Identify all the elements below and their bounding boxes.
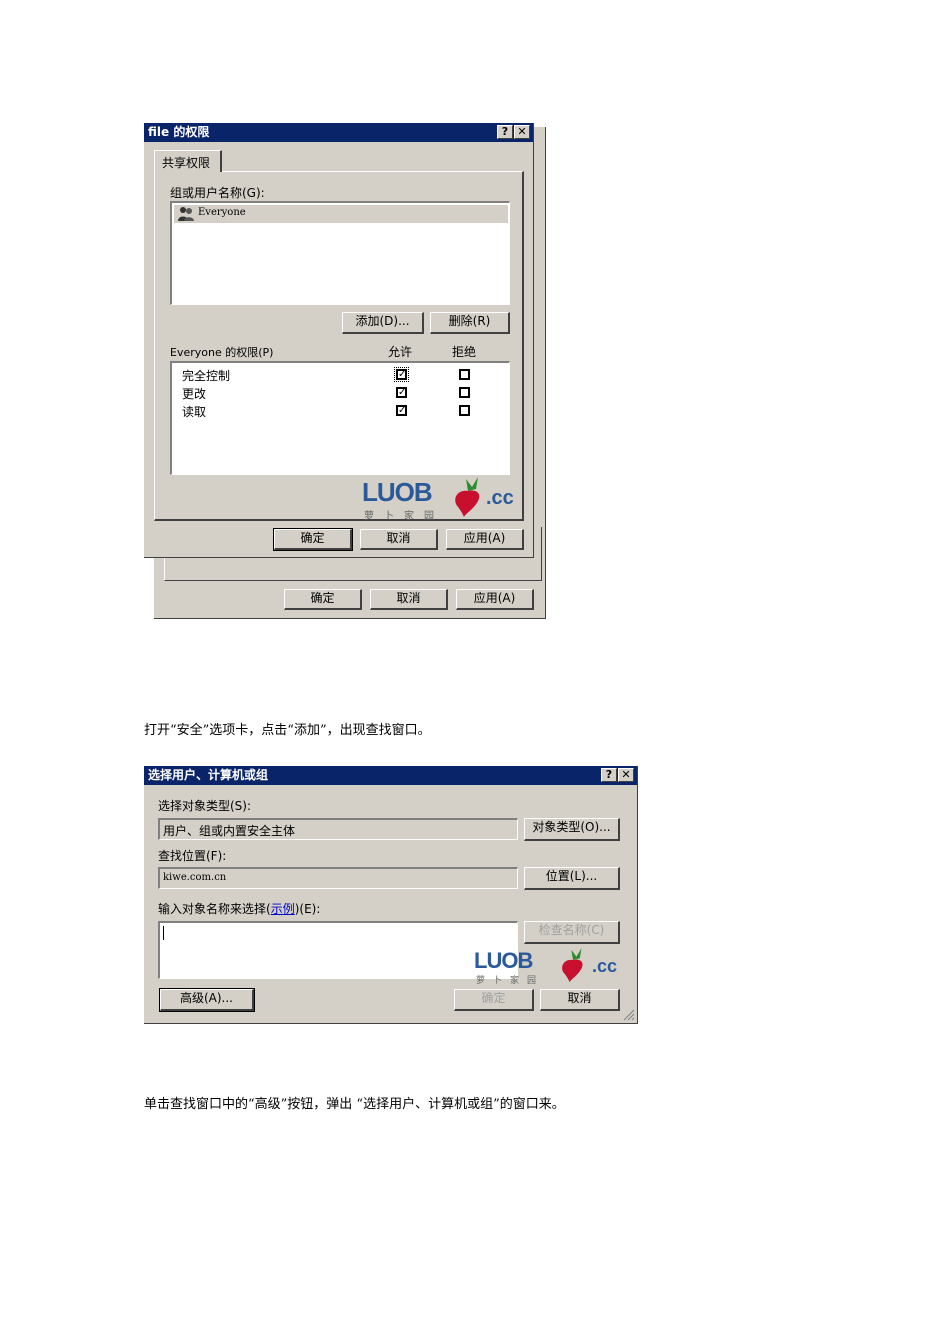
advanced-button[interactable]: 高级(A)... [159, 988, 255, 1012]
text-cursor [163, 926, 164, 940]
permissions-list: 完全控制 ✓ 更改 ✓ 读取 ✓ [170, 361, 510, 475]
object-types-button[interactable]: 对象类型(O)... [524, 818, 620, 841]
file-permissions-dialog: file 的权限 ? ✕ 共享权限 组或用户名称(G): Everyone 添加… [144, 123, 534, 558]
ok-button[interactable]: 确定 [454, 989, 534, 1011]
user-list-item[interactable]: Everyone [174, 205, 508, 223]
background-ok-button[interactable]: 确定 [284, 589, 362, 610]
allow-column-header: 允许 [388, 345, 413, 359]
radish-icon [448, 477, 488, 522]
help-button[interactable]: ? [497, 125, 513, 139]
user-list[interactable]: Everyone [170, 201, 510, 305]
group-user-label: 组或用户名称(G): [170, 186, 265, 200]
apply-button[interactable]: 应用(A) [446, 529, 524, 550]
ok-button[interactable]: 确定 [273, 528, 353, 551]
close-button[interactable]: ✕ [618, 768, 634, 782]
enter-names-label: 输入对象名称来选择(示例)(E): [158, 900, 320, 917]
permissions-label: Everyone 的权限(P) [170, 346, 274, 359]
luob-watermark-logo: LUOB .cc 萝卜家园 [474, 948, 624, 988]
dialog-title: file 的权限 [148, 125, 210, 139]
deny-checkbox[interactable] [459, 405, 470, 416]
dialog-title: 选择用户、计算机或组 [148, 768, 269, 782]
tab-label: 共享权限 [162, 156, 211, 170]
dialog-titlebar: file 的权限 ? ✕ [144, 123, 533, 142]
location-value: kiwe.com.cn [163, 872, 227, 883]
background-cancel-button[interactable]: 取消 [370, 589, 448, 610]
close-button[interactable]: ✕ [514, 125, 530, 139]
users-group-icon [177, 206, 195, 225]
luob-watermark-logo: LUOB .cc 萝卜家园 [362, 477, 522, 523]
add-button[interactable]: 添加(D)... [342, 312, 424, 334]
object-names-input[interactable] [158, 921, 518, 979]
permission-name: 完全控制 [182, 369, 231, 383]
object-type-field: 用户、组或内置安全主体 [158, 818, 518, 840]
object-type-label: 选择对象类型(S): [158, 799, 252, 813]
help-button[interactable]: ? [601, 768, 617, 782]
instruction-paragraph-1: 打开“安全”选项卡，点击“添加”，出现查找窗口。 [144, 723, 431, 738]
allow-checkbox[interactable]: ✓ [394, 367, 409, 382]
permissions-dialog-stack: 确定 取消 应用(A) file 的权限 ? ✕ 共享权限 组或用户名称(G): [144, 123, 546, 619]
background-apply-button[interactable]: 应用(A) [456, 589, 534, 610]
location-field: kiwe.com.cn [158, 867, 518, 889]
deny-checkbox[interactable] [459, 369, 470, 380]
examples-link[interactable]: 示例 [271, 902, 295, 916]
radish-icon [556, 948, 590, 987]
permission-name: 读取 [182, 405, 207, 419]
logo-text: LUOB [474, 948, 533, 973]
location-label: 查找位置(F): [158, 849, 227, 863]
allow-checkbox[interactable]: ✓ [396, 387, 407, 398]
enter-label-suffix: )(E): [294, 902, 321, 916]
logo-text: LUOB [362, 477, 433, 507]
permission-name: 更改 [182, 387, 207, 401]
enter-label-prefix: 输入对象名称来选择( [158, 902, 271, 916]
logo-domain: .cc [592, 956, 618, 976]
cancel-button[interactable]: 取消 [540, 989, 620, 1011]
allow-checkbox[interactable]: ✓ [396, 405, 407, 416]
instruction-paragraph-2: 单击查找窗口中的“高级”按钮，弹出 “选择用户、计算机或组”的窗口来。 [144, 1097, 565, 1112]
deny-column-header: 拒绝 [452, 345, 477, 359]
locations-button[interactable]: 位置(L)... [524, 867, 620, 890]
select-users-dialog: 选择用户、计算机或组 ? ✕ 选择对象类型(S): 用户、组或内置安全主体 对象… [144, 766, 638, 1024]
tab-share-permissions[interactable]: 共享权限 [154, 150, 222, 172]
dialog-titlebar: 选择用户、计算机或组 ? ✕ [144, 766, 637, 785]
check-names-button[interactable]: 检查名称(C) [524, 921, 620, 944]
user-name: Everyone [198, 207, 246, 218]
deny-checkbox[interactable] [459, 387, 470, 398]
object-type-value: 用户、组或内置安全主体 [163, 824, 296, 838]
logo-domain: .cc [486, 487, 514, 509]
logo-chinese: 萝卜家园 [364, 511, 444, 522]
logo-chinese: 萝卜家园 [476, 976, 545, 986]
cancel-button[interactable]: 取消 [360, 529, 438, 550]
resize-grip-icon[interactable] [623, 1009, 635, 1021]
remove-button[interactable]: 删除(R) [430, 312, 510, 334]
